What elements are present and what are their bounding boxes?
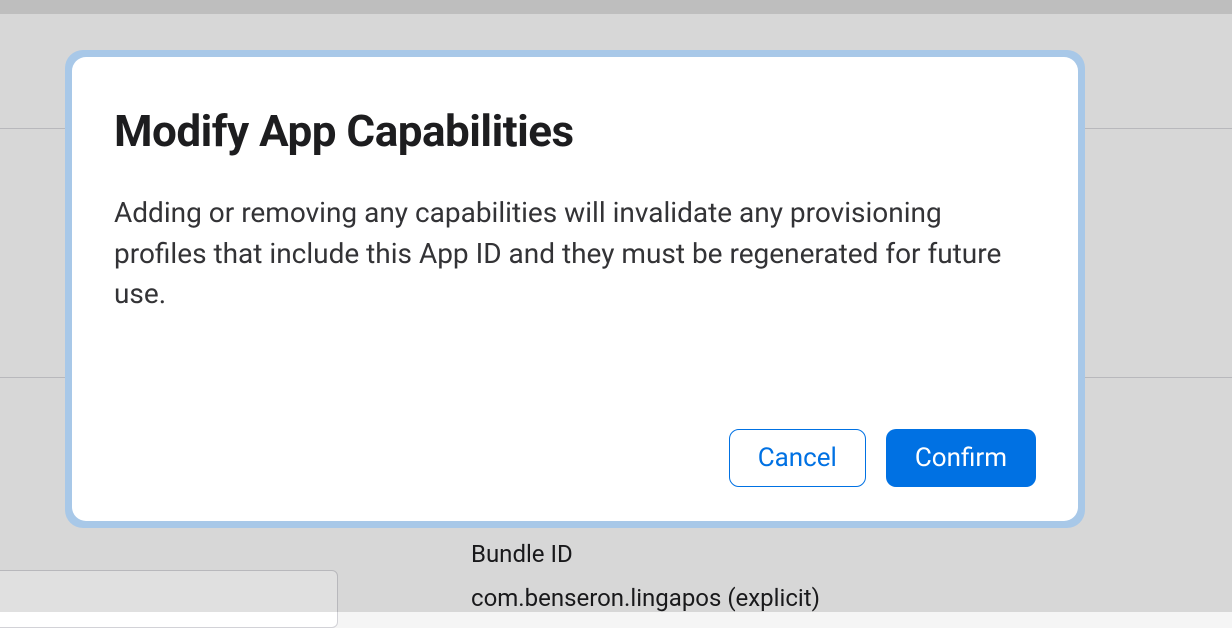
cancel-button[interactable]: Cancel [729,429,866,487]
modal-title: Modify App Capabilities [114,105,1036,157]
confirm-button[interactable]: Confirm [886,429,1036,487]
modal-footer: Cancel Confirm [114,429,1036,487]
modal-body-text: Adding or removing any capabilities will… [114,193,1036,429]
modify-capabilities-modal: Modify App Capabilities Adding or removi… [72,57,1078,521]
